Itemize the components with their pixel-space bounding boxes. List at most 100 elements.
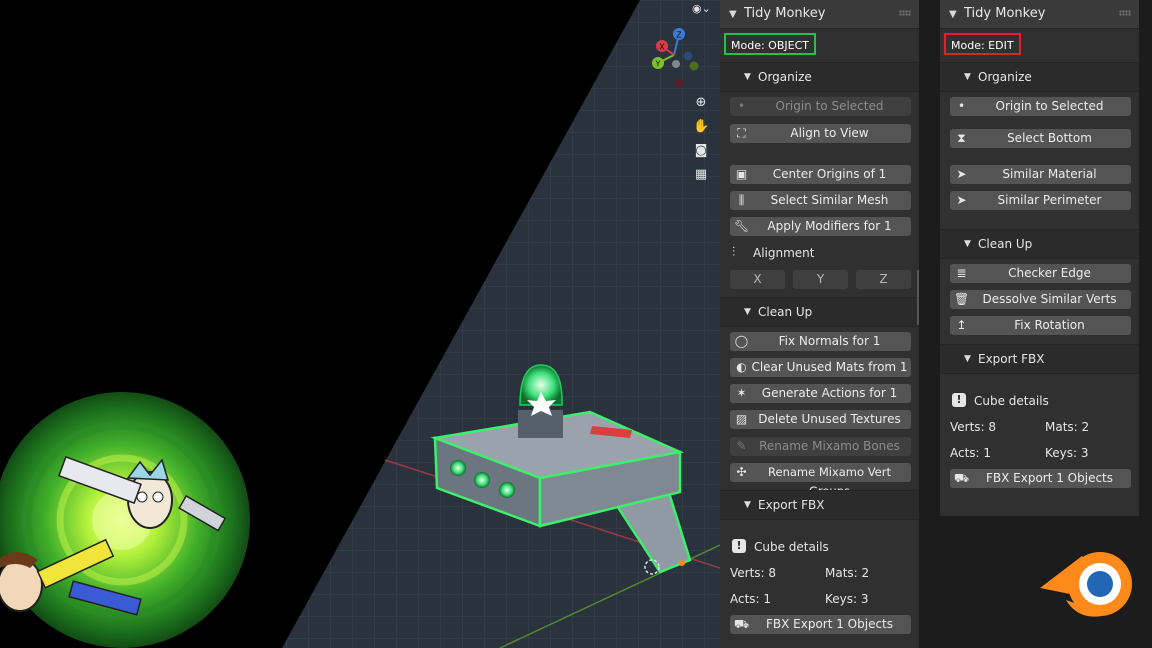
rick-and-morty-portal-image: [0, 392, 258, 648]
comb-icon: ⫼: [738, 193, 745, 207]
rename-mixamo-vert-groups-button[interactable]: ✣ Rename Mixamo Vert Groups: [730, 463, 911, 498]
lines-icon: ≣: [956, 266, 967, 280]
panel-header[interactable]: ▼ Tidy Monkey: [940, 0, 1139, 29]
cleanup-subpanel-header[interactable]: ▼ Clean Up: [720, 297, 919, 327]
cube-details-title: Cube details: [754, 540, 829, 554]
similar-perimeter-button[interactable]: ➤ Similar Perimeter: [950, 191, 1131, 210]
center-origins-button[interactable]: ▣ Center Origins of 1: [730, 165, 911, 184]
running-man-icon: ✶: [736, 386, 747, 400]
alignment-label: Alignment: [753, 246, 815, 260]
align-x-button[interactable]: X: [730, 270, 785, 289]
keys-count: Keys: 3: [825, 592, 869, 606]
verts-count: Verts: 8: [950, 420, 997, 434]
export-fbx-subpanel-header[interactable]: ▼ Export FBX: [940, 344, 1139, 374]
collapse-triangle-icon: ▼: [964, 72, 971, 82]
normals-circle-icon: ◯: [734, 334, 749, 348]
cursor-arrow-icon: ➤: [956, 193, 967, 207]
panel-divider: [919, 0, 940, 648]
acts-count: Acts: 1: [950, 446, 992, 460]
align-y-button[interactable]: Y: [793, 270, 848, 289]
blender-logo-icon: [1040, 552, 1132, 617]
wrench-icon: 🔧︎: [734, 219, 750, 233]
collapse-triangle-icon: ▼: [964, 239, 971, 249]
dot-icon: •: [737, 99, 746, 113]
organize-label: Organize: [978, 70, 1032, 84]
gizmo-x-label: X: [659, 43, 665, 52]
rotate-arrow-icon: ↥: [956, 318, 967, 332]
mode-object-label: Mode: OBJECT: [724, 33, 816, 55]
material-sphere-icon: ◐: [736, 360, 747, 374]
mats-count: Mats: 2: [825, 566, 870, 580]
image-icon: ▨: [735, 412, 748, 426]
camera-icon[interactable]: ◙: [693, 143, 709, 159]
cube-details-title: Cube details: [974, 394, 1049, 408]
origin-square-icon: ▣: [735, 167, 748, 181]
collapse-triangle-icon: ▼: [744, 72, 751, 82]
cleanup-subpanel-header[interactable]: ▼ Clean Up: [940, 229, 1139, 259]
align-z-button[interactable]: Z: [856, 270, 911, 289]
drag-grip-icon[interactable]: [899, 10, 911, 16]
select-bottom-button[interactable]: ⧗ Select Bottom: [950, 129, 1131, 148]
gizmo-z-label: Z: [676, 31, 682, 40]
cleanup-label: Clean Up: [978, 237, 1033, 251]
generate-actions-button[interactable]: ✶ Generate Actions for 1: [730, 384, 911, 403]
cursor-arrow-icon: ➤: [956, 167, 967, 181]
drag-grip-icon[interactable]: [1119, 10, 1131, 16]
dessolve-similar-verts-button[interactable]: 🗑︎ Dessolve Similar Verts: [950, 290, 1131, 309]
collapse-triangle-icon: ▼: [744, 307, 751, 317]
collapse-triangle-icon: ▼: [964, 354, 971, 364]
keys-count: Keys: 3: [1045, 446, 1089, 460]
origin-to-selected-button[interactable]: • Origin to Selected: [950, 97, 1131, 116]
grid-perspective-icon[interactable]: ▦: [693, 167, 709, 183]
organize-label: Organize: [758, 70, 812, 84]
rename-mixamo-bones-button[interactable]: ✎ Rename Mixamo Bones: [730, 437, 911, 456]
right-gutter: [1139, 0, 1152, 516]
export-fbx-subpanel-header[interactable]: ▼ Export FBX: [720, 490, 919, 520]
clear-unused-mats-button[interactable]: ◐ Clear Unused Mats from 1: [730, 358, 911, 377]
organize-subpanel-header[interactable]: ▼ Organize: [940, 62, 1139, 92]
panel-title: Tidy Monkey: [964, 6, 1046, 21]
info-icon: !: [732, 539, 746, 553]
origin-to-selected-button[interactable]: • Origin to Selected: [730, 97, 911, 116]
collapse-triangle-icon[interactable]: ▼: [949, 9, 957, 20]
car-icon: ⛟: [734, 617, 750, 631]
align-to-view-button[interactable]: ⛶ Align to View: [730, 124, 911, 143]
align-view-icon: ⛶: [737, 126, 746, 140]
3d-viewport[interactable]: Z Y X ◉⌄ ⊕ ✋ ◙ ▦: [0, 0, 720, 648]
export-fbx-label: Export FBX: [758, 498, 825, 512]
select-similar-mesh-button[interactable]: ⫼ Select Similar Mesh: [730, 191, 911, 210]
mats-count: Mats: 2: [1045, 420, 1090, 434]
zoom-icon[interactable]: ⊕: [693, 95, 709, 111]
vertex-group-icon: ✣: [736, 465, 747, 479]
fbx-export-button[interactable]: ⛟ FBX Export 1 Objects: [950, 469, 1131, 488]
panel-title: Tidy Monkey: [744, 6, 826, 21]
verts-count: Verts: 8: [730, 566, 777, 580]
collapse-triangle-icon[interactable]: ▼: [729, 9, 737, 20]
car-icon: ⛟: [954, 471, 970, 485]
tidy-monkey-object-panel: ▼ Tidy Monkey Mode: OBJECT ▼ Organize • …: [720, 0, 920, 648]
fix-normals-button[interactable]: ◯ Fix Normals for 1: [730, 332, 911, 351]
viewport-scene: Z Y X: [0, 0, 720, 648]
fbx-export-button[interactable]: ⛟ FBX Export 1 Objects: [730, 615, 911, 634]
pan-hand-icon[interactable]: ✋: [693, 119, 709, 135]
info-icon: !: [952, 393, 966, 407]
similar-material-button[interactable]: ➤ Similar Material: [950, 165, 1131, 184]
alignment-icon: ⫶: [732, 245, 736, 260]
acts-count: Acts: 1: [730, 592, 772, 606]
dot-icon: •: [957, 99, 966, 113]
select-bottom-icon: ⧗: [957, 131, 966, 145]
cleanup-label: Clean Up: [758, 305, 813, 319]
export-fbx-label: Export FBX: [978, 352, 1045, 366]
tidy-monkey-edit-panel: ▼ Tidy Monkey Mode: EDIT ▼ Organize • Or…: [940, 0, 1139, 516]
overlay-eye-icon[interactable]: ◉⌄: [692, 2, 714, 18]
apply-modifiers-button[interactable]: 🔧︎ Apply Modifiers for 1: [730, 217, 911, 236]
trash-icon: 🗑︎: [954, 292, 970, 306]
fix-rotation-button[interactable]: ↥ Fix Rotation: [950, 316, 1131, 335]
collapse-triangle-icon: ▼: [744, 500, 751, 510]
bone-icon: ✎: [736, 439, 747, 453]
organize-subpanel-header[interactable]: ▼ Organize: [720, 62, 919, 92]
panel-header[interactable]: ▼ Tidy Monkey: [720, 0, 919, 29]
mode-edit-label: Mode: EDIT: [944, 33, 1021, 55]
checker-edge-button[interactable]: ≣ Checker Edge: [950, 264, 1131, 283]
delete-unused-textures-button[interactable]: ▨ Delete Unused Textures: [730, 410, 911, 429]
